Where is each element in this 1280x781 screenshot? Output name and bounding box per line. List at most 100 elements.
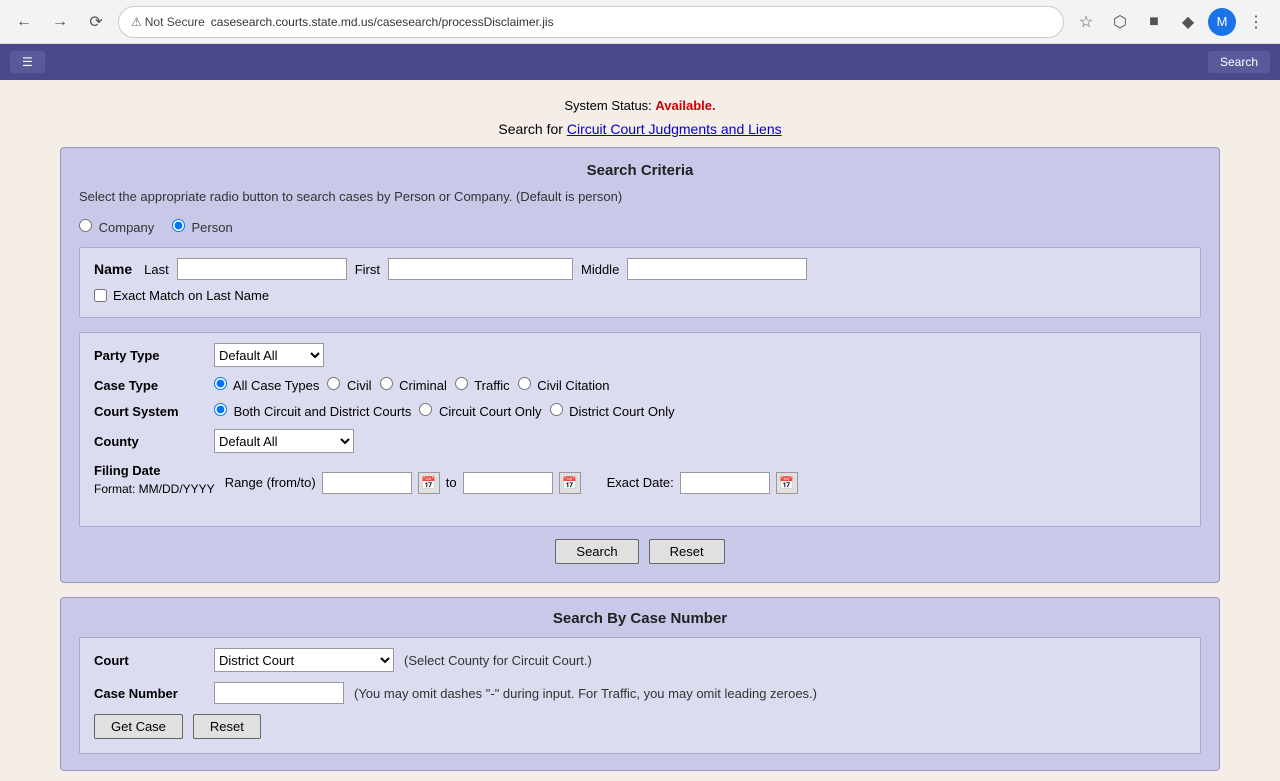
court-label: Court <box>94 653 204 668</box>
civil-citation-label[interactable]: Civil Citation <box>518 377 610 393</box>
extension2-icon-btn[interactable]: ◆ <box>1174 8 1202 36</box>
civil-citation-radio[interactable] <box>518 377 531 390</box>
system-status-label: System Status: <box>564 98 651 113</box>
site-top-bar: ☰ Search <box>0 44 1280 80</box>
civil-radio[interactable] <box>327 377 340 390</box>
circuit-only-radio[interactable] <box>419 403 432 416</box>
system-status: System Status: Available. <box>60 90 1220 117</box>
browser-chrome: ← → ⟳ ⚠ Not Secure casesearch.courts.sta… <box>0 0 1280 44</box>
not-secure-label: Not Secure <box>145 15 205 29</box>
address-bar: ⚠ Not Secure casesearch.courts.state.md.… <box>118 6 1064 38</box>
search-criteria-title: Search Criteria <box>79 162 1201 179</box>
exact-match-row: Exact Match on Last Name <box>94 288 1186 303</box>
criminal-label[interactable]: Criminal <box>380 377 447 393</box>
lock-icon: ⚠ <box>131 15 142 29</box>
browser-toolbar-icons: ☆ ⬡ ■ ◆ M ⋮ <box>1072 8 1270 36</box>
company-label-text: Company <box>99 220 155 235</box>
filing-date-label: Filing Date <box>94 463 215 478</box>
criminal-radio[interactable] <box>380 377 393 390</box>
menu-toggle[interactable]: ☰ <box>10 51 45 73</box>
avatar[interactable]: M <box>1208 8 1236 36</box>
search-reset-buttons: Search Reset <box>79 539 1201 564</box>
last-name-label: Last <box>144 262 169 277</box>
person-radio[interactable] <box>172 219 185 232</box>
exact-date-input[interactable] <box>680 472 770 494</box>
person-radio-label[interactable]: Person <box>172 220 233 235</box>
last-name-input[interactable] <box>177 258 347 280</box>
traffic-label[interactable]: Traffic <box>455 377 510 393</box>
first-name-label: First <box>355 262 380 277</box>
court-select[interactable]: District Court <box>214 648 394 672</box>
search-criteria-section: Search Criteria Select the appropriate r… <box>60 147 1220 583</box>
filing-date-section: Filing Date Format: MM/DD/YYYY <box>94 463 215 502</box>
date-from-calendar-btn[interactable]: 📅 <box>418 472 440 494</box>
exact-match-checkbox[interactable] <box>94 289 107 302</box>
district-only-radio[interactable] <box>550 403 563 416</box>
circuit-court-link[interactable]: Circuit Court Judgments and Liens <box>567 121 782 137</box>
back-button[interactable]: ← <box>10 8 38 36</box>
both-courts-label[interactable]: Both Circuit and District Courts <box>214 403 411 419</box>
county-content: Default All <box>214 429 354 453</box>
all-case-types-label[interactable]: All Case Types <box>214 377 319 393</box>
menu-button[interactable]: ⋮ <box>1242 8 1270 36</box>
bookmark-button[interactable]: ☆ <box>1072 8 1100 36</box>
name-section: Name Last First Middle Exact Match on La… <box>79 247 1201 318</box>
not-secure-indicator: ⚠ Not Secure <box>131 15 205 29</box>
reset-button[interactable]: Reset <box>649 539 725 564</box>
party-type-select[interactable]: Default All <box>214 343 324 367</box>
court-system-label: Court System <box>94 404 204 419</box>
circuit-only-label[interactable]: Circuit Court Only <box>419 403 541 419</box>
circuit-link-row: Search for Circuit Court Judgments and L… <box>60 117 1220 147</box>
reload-button[interactable]: ⟳ <box>82 8 110 36</box>
case-number-fields: Court District Court (Select County for … <box>79 637 1201 754</box>
exact-date-calendar-btn[interactable]: 📅 <box>776 472 798 494</box>
company-radio[interactable] <box>79 219 92 232</box>
name-heading: Name <box>94 261 132 277</box>
forward-button[interactable]: → <box>46 8 74 36</box>
all-case-types-radio[interactable] <box>214 377 227 390</box>
filing-date-inputs: Range (from/to) 📅 to 📅 Exact Date: 📅 <box>225 472 798 494</box>
date-to-calendar-btn[interactable]: 📅 <box>559 472 581 494</box>
court-system-content: Both Circuit and District Courts Circuit… <box>214 403 675 419</box>
radio-description: Select the appropriate radio button to s… <box>79 189 622 204</box>
case-number-input[interactable] <box>214 682 344 704</box>
middle-name-label: Middle <box>581 262 619 277</box>
first-name-input[interactable] <box>388 258 573 280</box>
traffic-radio[interactable] <box>455 377 468 390</box>
case-number-title: Search By Case Number <box>79 610 1201 627</box>
company-radio-label[interactable]: Company <box>79 220 158 235</box>
case-number-buttons: Get Case Reset <box>94 714 1186 739</box>
case-type-row: Case Type All Case Types Civil Criminal … <box>94 377 1186 393</box>
county-select[interactable]: Default All <box>214 429 354 453</box>
person-label-text: Person <box>192 220 233 235</box>
person-company-row: Select the appropriate radio button to s… <box>79 189 1201 235</box>
search-button[interactable]: Search <box>555 539 638 564</box>
circuit-link-prefix: Search for <box>498 121 566 137</box>
both-courts-radio[interactable] <box>214 403 227 416</box>
party-type-row: Party Type Default All <box>94 343 1186 367</box>
to-label: to <box>446 475 457 490</box>
civil-label[interactable]: Civil <box>327 377 371 393</box>
system-status-value: Available. <box>655 98 715 113</box>
court-system-row: Court System Both Circuit and District C… <box>94 403 1186 419</box>
party-type-content: Default All <box>214 343 324 367</box>
middle-name-input[interactable] <box>627 258 807 280</box>
county-row: County Default All <box>94 429 1186 453</box>
party-type-label: Party Type <box>94 348 204 363</box>
date-from-input[interactable] <box>322 472 412 494</box>
search-toggle[interactable]: Search <box>1208 51 1270 73</box>
county-label: County <box>94 434 204 449</box>
dropbox-icon-btn[interactable]: ⬡ <box>1106 8 1134 36</box>
case-number-reset-button[interactable]: Reset <box>193 714 261 739</box>
get-case-button[interactable]: Get Case <box>94 714 183 739</box>
exact-match-label[interactable]: Exact Match on Last Name <box>113 288 269 303</box>
criteria-fields-section: Party Type Default All Case Type All Cas… <box>79 332 1201 527</box>
range-label: Range (from/to) <box>225 475 316 490</box>
url-display: casesearch.courts.state.md.us/casesearch… <box>211 15 554 29</box>
extension-icon-btn[interactable]: ■ <box>1140 8 1168 36</box>
date-to-input[interactable] <box>463 472 553 494</box>
district-only-label[interactable]: District Court Only <box>550 403 675 419</box>
case-number-label: Case Number <box>94 686 204 701</box>
case-type-content: All Case Types Civil Criminal Traffic Ci… <box>214 377 609 393</box>
main-content: System Status: Available. Search for Cir… <box>0 80 1280 781</box>
